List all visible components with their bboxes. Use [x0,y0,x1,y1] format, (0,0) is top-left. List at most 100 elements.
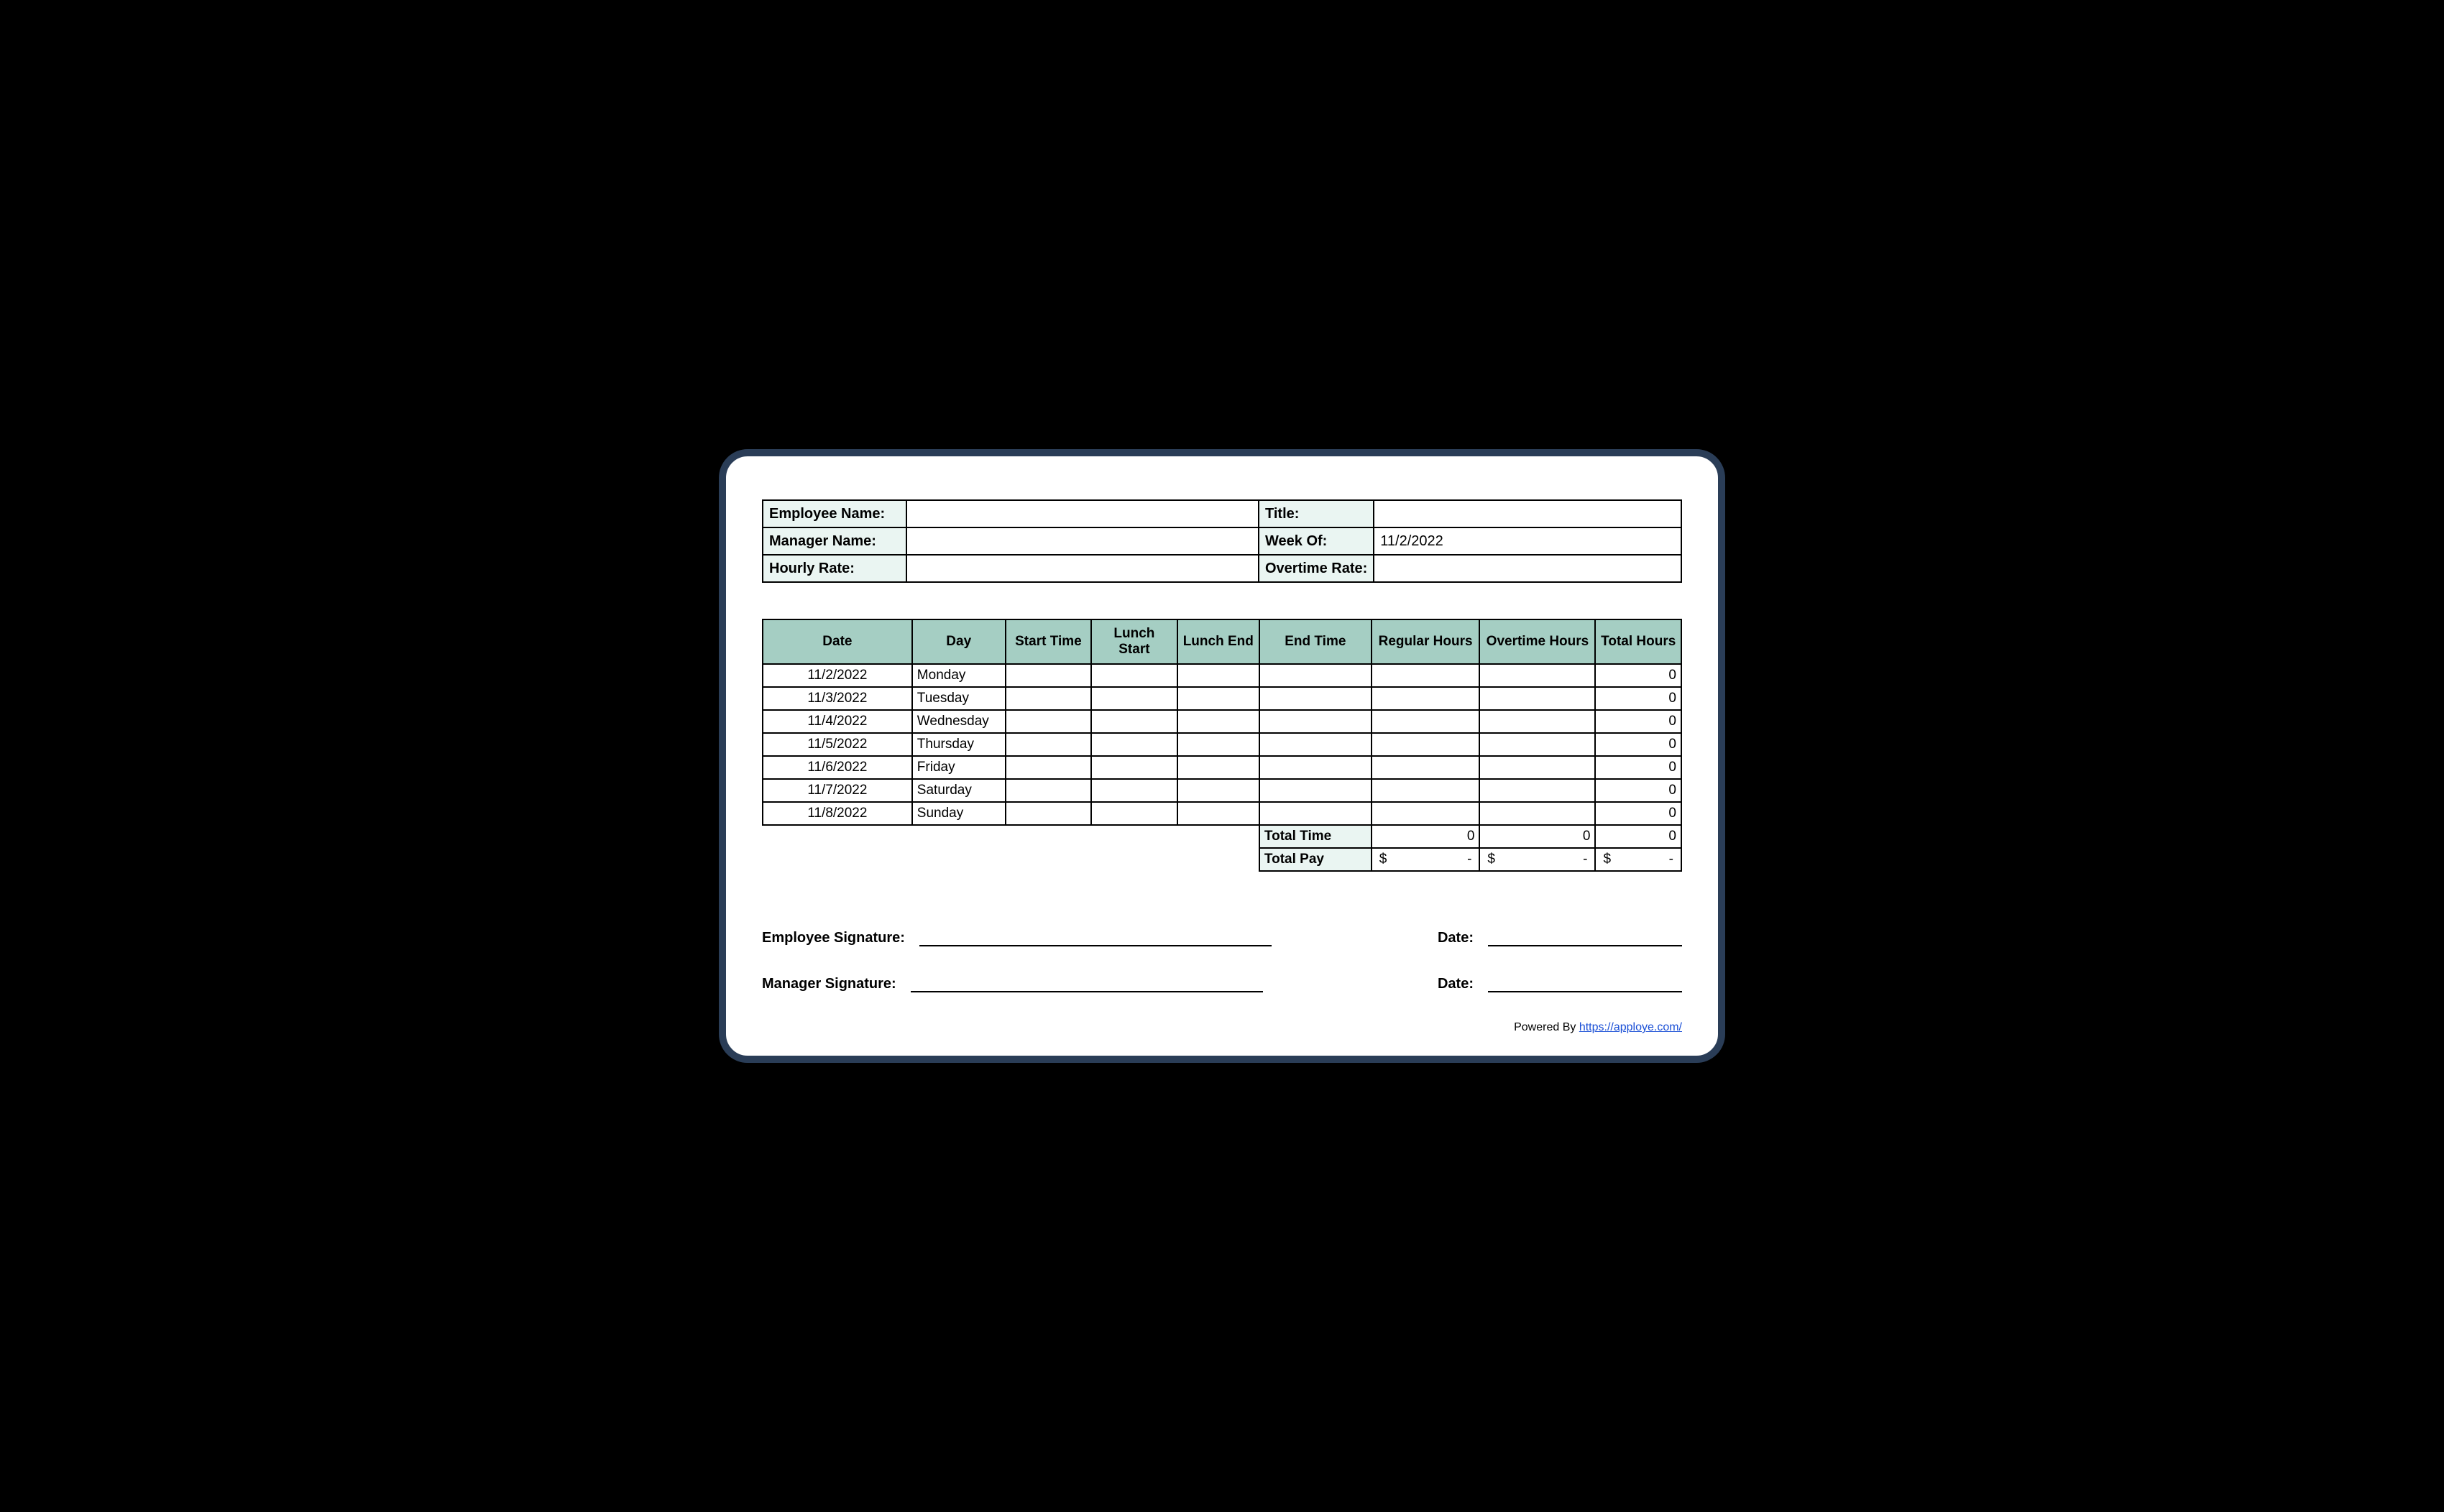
timesheet-row: 11/8/2022Sunday 0 [763,802,1681,825]
cell-overtime-hours[interactable] [1479,779,1595,802]
col-day: Day [912,619,1006,664]
cell-regular-hours[interactable] [1372,733,1480,756]
timesheet-row: 11/7/2022Saturday 0 [763,779,1681,802]
manager-name-label: Manager Name: [763,527,906,555]
cell-date[interactable]: 11/4/2022 [763,710,912,733]
cell-regular-hours[interactable] [1372,756,1480,779]
manager-signature-line[interactable] [911,975,1263,992]
cell-lunch-end[interactable] [1177,710,1259,733]
cell-overtime-hours[interactable] [1479,802,1595,825]
powered-by-link[interactable]: https://apploye.com/ [1579,1021,1682,1033]
cell-day[interactable]: Sunday [912,802,1006,825]
cell-start-time[interactable] [1006,687,1091,710]
cell-total-hours: 0 [1595,710,1681,733]
info-row: Employee Name: Title: [763,500,1681,527]
employee-signature-row: Employee Signature: Date: [762,929,1682,946]
cell-regular-hours[interactable] [1372,779,1480,802]
cell-lunch-end[interactable] [1177,687,1259,710]
col-start-time: Start Time [1006,619,1091,664]
timesheet-row: 11/3/2022Tuesday0 [763,687,1681,710]
timesheet-row: 11/2/2022Monday0 [763,664,1681,687]
timesheet-row: 11/6/2022Friday0 [763,756,1681,779]
cell-lunch-start[interactable] [1091,779,1177,802]
cell-overtime-hours[interactable] [1479,710,1595,733]
cell-date[interactable]: 11/7/2022 [763,779,912,802]
cell-day[interactable]: Wednesday [912,710,1006,733]
cell-date[interactable]: 11/6/2022 [763,756,912,779]
cell-date[interactable]: 11/2/2022 [763,664,912,687]
cell-lunch-end[interactable] [1177,664,1259,687]
header-row: Date Day Start Time Lunch Start Lunch En… [763,619,1681,664]
cell-start-time[interactable] [1006,733,1091,756]
cell-start-time[interactable] [1006,710,1091,733]
week-of-value[interactable]: 11/2/2022 [1374,527,1681,555]
cell-regular-hours[interactable] [1372,802,1480,825]
manager-signature-row: Manager Signature: Date: [762,975,1682,992]
manager-name-value[interactable] [906,527,1259,555]
overtime-rate-value[interactable] [1374,555,1681,582]
hourly-rate-value[interactable] [906,555,1259,582]
cell-end-time[interactable] [1259,710,1372,733]
cell-day[interactable]: Monday [912,664,1006,687]
employee-name-label: Employee Name: [763,500,906,527]
cell-regular-hours[interactable] [1372,664,1480,687]
info-row: Manager Name: Week Of: 11/2/2022 [763,527,1681,555]
total-time-label: Total Time [1259,825,1372,848]
timesheet-row: 11/5/2022Thursday0 [763,733,1681,756]
cell-end-time[interactable] [1259,664,1372,687]
employee-signature-date-line[interactable] [1488,929,1682,946]
timesheet-table: Date Day Start Time Lunch Start Lunch En… [762,619,1682,872]
cell-start-time[interactable] [1006,664,1091,687]
total-pay-overtime: $- [1479,848,1595,871]
cell-day[interactable]: Friday [912,756,1006,779]
cell-start-time[interactable] [1006,802,1091,825]
cell-overtime-hours[interactable] [1479,756,1595,779]
title-label: Title: [1259,500,1374,527]
cell-lunch-start[interactable] [1091,687,1177,710]
cell-overtime-hours[interactable] [1479,733,1595,756]
cell-lunch-start[interactable] [1091,733,1177,756]
cell-lunch-start[interactable] [1091,664,1177,687]
cell-start-time[interactable] [1006,756,1091,779]
cell-end-time[interactable] [1259,733,1372,756]
title-value[interactable] [1374,500,1681,527]
cell-total-hours: 0 [1595,779,1681,802]
cell-lunch-end[interactable] [1177,779,1259,802]
cell-end-time[interactable] [1259,779,1372,802]
cell-lunch-end[interactable] [1177,733,1259,756]
total-time-overtime: 0 [1479,825,1595,848]
powered-by-text: Powered By [1514,1021,1579,1033]
cell-lunch-end[interactable] [1177,756,1259,779]
cell-end-time[interactable] [1259,802,1372,825]
cell-day[interactable]: Tuesday [912,687,1006,710]
employee-name-value[interactable] [906,500,1259,527]
col-lunch-start: Lunch Start [1091,619,1177,664]
overtime-rate-label: Overtime Rate: [1259,555,1374,582]
cell-date[interactable]: 11/8/2022 [763,802,912,825]
cell-end-time[interactable] [1259,756,1372,779]
col-total-hours: Total Hours [1595,619,1681,664]
cell-lunch-start[interactable] [1091,756,1177,779]
cell-regular-hours[interactable] [1372,687,1480,710]
cell-lunch-end[interactable] [1177,802,1259,825]
cell-overtime-hours[interactable] [1479,687,1595,710]
employee-signature-label: Employee Signature: [762,930,905,946]
cell-day[interactable]: Thursday [912,733,1006,756]
cell-total-hours: 0 [1595,802,1681,825]
cell-lunch-start[interactable] [1091,802,1177,825]
manager-signature-label: Manager Signature: [762,976,896,992]
employee-signature-line[interactable] [919,929,1272,946]
manager-signature-date-line[interactable] [1488,975,1682,992]
cell-lunch-start[interactable] [1091,710,1177,733]
cell-regular-hours[interactable] [1372,710,1480,733]
total-time-regular: 0 [1372,825,1480,848]
cell-date[interactable]: 11/3/2022 [763,687,912,710]
cell-overtime-hours[interactable] [1479,664,1595,687]
cell-start-time[interactable] [1006,779,1091,802]
total-time-total: 0 [1595,825,1681,848]
hourly-rate-label: Hourly Rate: [763,555,906,582]
cell-day[interactable]: Saturday [912,779,1006,802]
cell-end-time[interactable] [1259,687,1372,710]
total-pay-row: Total Pay $- $- $- [763,848,1681,871]
cell-date[interactable]: 11/5/2022 [763,733,912,756]
